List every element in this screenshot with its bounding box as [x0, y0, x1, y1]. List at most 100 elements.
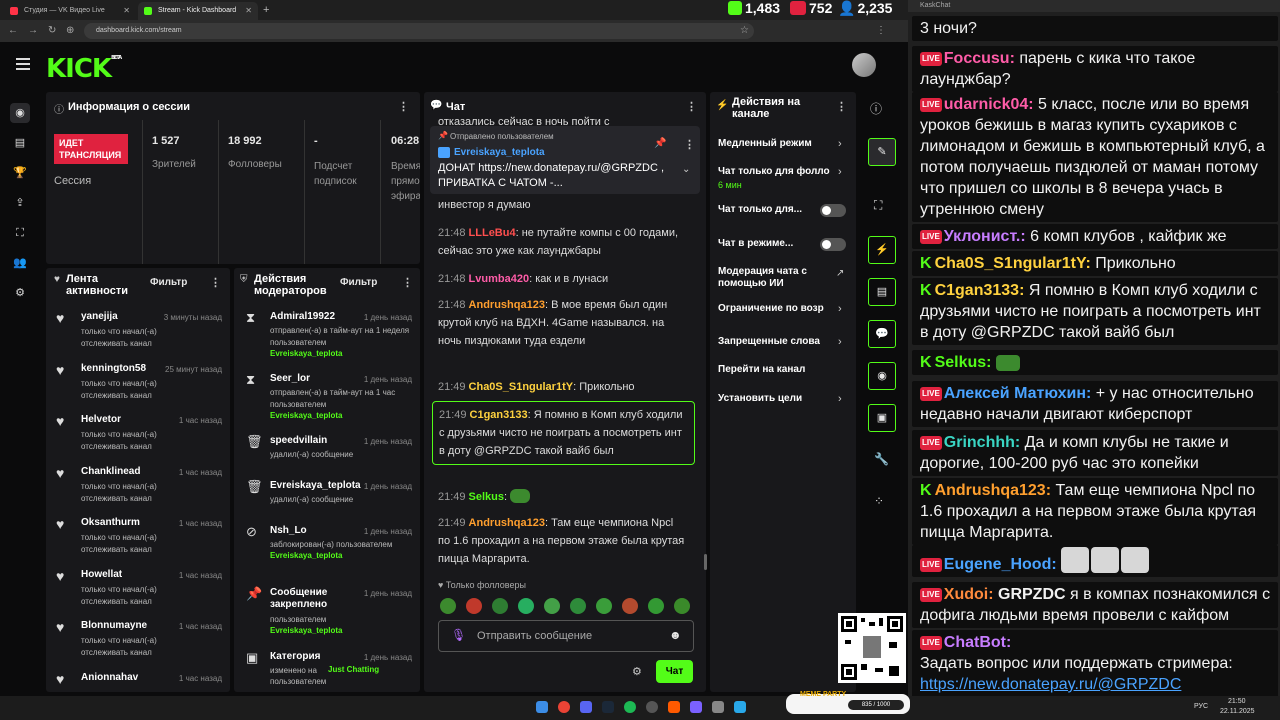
clock-date[interactable]: 22.11.2025 — [1220, 708, 1255, 715]
channel-action-item[interactable]: Запрещенные слова › — [718, 336, 850, 364]
channel-action-item[interactable]: Чат в режиме... — [718, 238, 850, 266]
app-icon[interactable] — [668, 701, 680, 713]
chat-username[interactable]: Lvumba420 — [469, 273, 530, 285]
lightning-icon[interactable]: ⚡ — [868, 236, 896, 264]
star-icon[interactable]: ☆ — [740, 25, 749, 36]
filter-button[interactable]: Фильтр — [340, 277, 377, 288]
chat-message[interactable]: 21:48 Lvumba420: как и в лунаси — [438, 270, 688, 288]
broadcast-icon[interactable]: ◉ — [868, 362, 896, 390]
edit-icon[interactable]: ✎ — [868, 138, 896, 166]
toggle-switch[interactable] — [820, 238, 846, 251]
telegram-icon[interactable] — [734, 701, 746, 713]
mod-action-user[interactable]: Admiral19922 — [270, 311, 342, 323]
community-icon[interactable]: 👥 — [10, 253, 30, 273]
discord-icon[interactable] — [580, 701, 592, 713]
notes-icon[interactable]: ▤ — [868, 278, 896, 306]
menu-icon[interactable]: ⋮ — [876, 25, 886, 36]
chat-username[interactable]: Selkus — [469, 491, 504, 503]
reload-icon[interactable]: ↻ — [48, 25, 56, 36]
spotify-icon[interactable] — [624, 701, 636, 713]
info-icon[interactable]: ⓘ — [870, 100, 882, 117]
emote-icon[interactable] — [518, 598, 534, 614]
forward-icon[interactable]: → — [28, 25, 38, 36]
steam-icon[interactable] — [602, 701, 614, 713]
activity-user[interactable]: yanejija — [81, 311, 118, 322]
analytics-icon[interactable]: ▤ — [10, 133, 30, 153]
chat-message[interactable]: 21:49 Selkus: — [438, 488, 688, 506]
mod-action-user[interactable]: Seer_lor — [270, 373, 342, 385]
channel-action-item[interactable]: Перейти на канал — [718, 364, 850, 392]
hamburger-icon[interactable] — [16, 58, 30, 70]
channel-action-item[interactable]: Установить цели › — [718, 393, 850, 421]
chat-input[interactable]: 🎙 Отправить сообщение ☻ — [438, 620, 694, 652]
activity-user[interactable]: Howellat — [81, 569, 122, 580]
mod-action-by[interactable]: Evreiskaya_teplota — [270, 349, 343, 358]
chrome-icon[interactable] — [558, 701, 570, 713]
chat-message[interactable]: 21:48 Andrushqa123: В мое время был один … — [438, 296, 688, 350]
site-info-icon[interactable]: ⊕ — [66, 25, 74, 36]
wrench-icon[interactable]: 🔧 — [874, 452, 889, 466]
channel-action-item[interactable]: Ограничение по возр › — [718, 303, 850, 331]
app-icon[interactable] — [690, 701, 702, 713]
clip-icon[interactable]: ⛶ — [10, 223, 30, 243]
activity-user[interactable]: kennington58 — [81, 363, 146, 374]
mod-action-user[interactable]: Категория — [270, 651, 342, 663]
activity-user[interactable]: Chanklinead — [81, 466, 140, 477]
emote-icon[interactable] — [440, 598, 456, 614]
overlay-link[interactable]: https://new.donatepay.ru/@GRPZDC — [920, 674, 1272, 695]
scrollbar[interactable] — [704, 554, 707, 570]
gear-icon[interactable]: ⚙ — [10, 283, 30, 303]
chat-username[interactable]: Andrushqa123 — [469, 299, 545, 311]
chat-username[interactable]: LLLeBu4 — [469, 227, 516, 239]
mod-action-by[interactable]: Evreiskaya_teplota — [270, 551, 343, 560]
gear-icon[interactable]: ⚙ — [632, 665, 642, 678]
more-icon[interactable]: ⋮ — [402, 276, 413, 289]
channel-action-item[interactable]: Чат только для фолло 6 мин › — [718, 166, 850, 194]
url-field[interactable]: dashboard.kick.com/stream — [84, 23, 754, 39]
emote-icon[interactable] — [492, 598, 508, 614]
live-stream-icon[interactable]: ◉ — [10, 103, 30, 123]
mod-action-user[interactable]: Сообщение закреплено — [270, 587, 342, 611]
chat-icon[interactable]: 💬 — [868, 320, 896, 348]
mod-action-user[interactable]: speedvillain — [270, 435, 342, 447]
chat-message[interactable]: 21:48 LLLeBu4: не путайте компы с 00 года… — [438, 224, 688, 260]
tab-kick-dashboard[interactable]: Stream - Kick Dashboard ✕ — [138, 2, 258, 20]
close-icon[interactable]: ✕ — [245, 6, 252, 15]
layout-icon[interactable]: ▣ — [868, 404, 896, 432]
emote-icon[interactable] — [622, 598, 638, 614]
chat-message[interactable]: 21:49 Andrushqa123: Там еще чемпиона Npcl… — [438, 514, 688, 568]
mod-action-by[interactable]: Evreiskaya_teplota — [270, 411, 343, 420]
more-icon[interactable]: ⋮ — [686, 100, 697, 113]
pinned-message[interactable]: 📌 Отправлено пользователем 📌 ⋮ Evreiskay… — [430, 126, 700, 194]
more-icon[interactable]: ⋮ — [210, 276, 221, 289]
channel-action-item[interactable]: Медленный режим › — [718, 138, 850, 166]
more-icon[interactable]: ⋮ — [836, 100, 847, 113]
activity-user[interactable]: Anionnahav — [81, 672, 138, 683]
avatar[interactable] — [852, 53, 876, 77]
toggle-switch[interactable] — [820, 204, 846, 217]
trophy-icon[interactable]: 🏆 — [10, 163, 30, 183]
mod-action-user[interactable]: Evreiskaya_teplota — [270, 480, 361, 492]
new-tab-button[interactable]: + — [258, 2, 274, 20]
mod-action-user[interactable]: Nsh_Lo — [270, 525, 342, 537]
activity-user[interactable]: Blonnumayne — [81, 620, 147, 631]
activity-user[interactable]: Helvetor — [81, 414, 121, 425]
filter-button[interactable]: Фильтр — [150, 277, 187, 288]
emote-icon[interactable] — [596, 598, 612, 614]
emote-icon[interactable] — [544, 598, 560, 614]
clip-icon[interactable]: ⛶ — [874, 198, 882, 213]
emote-icon[interactable] — [570, 598, 586, 614]
language-indicator[interactable]: РУС — [1194, 703, 1208, 710]
close-icon[interactable]: ✕ — [123, 6, 130, 15]
kick-logo[interactable]: KICKBETA — [46, 54, 122, 84]
chat-username[interactable]: C1gan3133 — [470, 409, 528, 421]
upload-icon[interactable]: ⇪ — [10, 193, 30, 213]
more-icon[interactable]: ⋮ — [684, 138, 695, 151]
activity-user[interactable]: Oksanthurm — [81, 517, 140, 528]
chat-message[interactable]: 21:49 Cha0S_S1ngular1tY: Прикольно — [438, 378, 688, 396]
chat-username[interactable]: Cha0S_S1ngular1tY — [469, 381, 574, 393]
tab-vk-studio[interactable]: Студия — VK Видео Live ✕ — [4, 2, 136, 20]
windows-start-icon[interactable] — [536, 701, 548, 713]
channel-action-item[interactable]: Чат только для... — [718, 204, 850, 232]
pin-icon[interactable]: 📌 — [654, 138, 666, 149]
